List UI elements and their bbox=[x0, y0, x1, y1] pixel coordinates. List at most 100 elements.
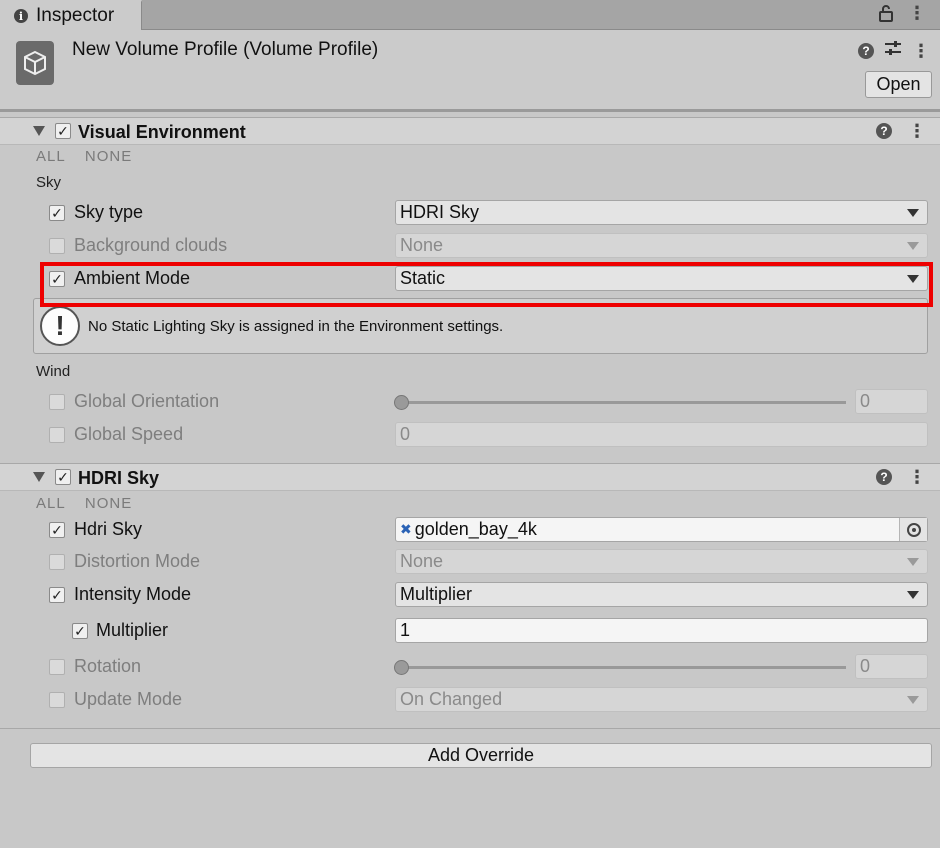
help-icon[interactable]: ? bbox=[876, 469, 892, 485]
override-checkbox[interactable] bbox=[49, 394, 65, 410]
global-speed-field[interactable]: 0 bbox=[395, 422, 928, 447]
distortion-mode-dropdown[interactable]: None bbox=[395, 549, 928, 574]
tab-inspector[interactable]: i Inspector bbox=[0, 0, 142, 30]
field-label: Rotation bbox=[74, 656, 142, 676]
override-checkbox[interactable] bbox=[49, 554, 65, 570]
warning-help-box: ! No Static Lighting Sky is assigned in … bbox=[33, 298, 928, 354]
tab-label: Inspector bbox=[36, 5, 115, 26]
override-checkbox[interactable]: ✓ bbox=[49, 271, 65, 287]
dropdown-value: HDRI Sky bbox=[400, 202, 480, 222]
override-checkbox[interactable] bbox=[49, 238, 65, 254]
dropdown-value: On Changed bbox=[400, 689, 503, 709]
override-checkbox[interactable] bbox=[49, 659, 65, 675]
dropdown-value: None bbox=[400, 551, 444, 571]
section-menu-icon[interactable]: ⋮ bbox=[908, 468, 926, 486]
field-label: Global Orientation bbox=[74, 391, 220, 411]
override-checkbox[interactable]: ✓ bbox=[72, 623, 88, 639]
all-button[interactable]: ALL bbox=[36, 495, 66, 512]
field-label: Intensity Mode bbox=[74, 584, 192, 604]
section-menu-icon[interactable]: ⋮ bbox=[908, 122, 926, 140]
help-icon[interactable]: ? bbox=[858, 42, 874, 59]
row-ambient-mode: ✓ Ambient Mode Static bbox=[0, 264, 940, 294]
field-label: Hdri Sky bbox=[74, 519, 143, 539]
field-label: Background clouds bbox=[74, 235, 228, 255]
object-picker-button[interactable] bbox=[899, 518, 927, 541]
group-label-wind: Wind bbox=[36, 363, 71, 380]
foldout-arrow-icon[interactable] bbox=[33, 472, 45, 482]
field-label: Global Speed bbox=[74, 424, 184, 444]
section-title: Visual Environment bbox=[78, 122, 246, 142]
target-icon bbox=[906, 522, 921, 537]
row-global-speed: Global Speed 0 bbox=[0, 420, 940, 450]
caret-down-icon bbox=[907, 696, 919, 704]
add-override-button[interactable]: Add Override bbox=[30, 743, 932, 768]
intensity-mode-dropdown[interactable]: Multiplier bbox=[395, 582, 928, 607]
section-enable-checkbox[interactable]: ✓ bbox=[55, 123, 71, 139]
override-checkbox[interactable]: ✓ bbox=[49, 205, 65, 221]
section-visual-environment[interactable]: ✓ Visual Environment ? ⋮ bbox=[0, 117, 940, 145]
caret-down-icon bbox=[907, 558, 919, 566]
ambient-mode-dropdown[interactable]: Static bbox=[395, 266, 928, 291]
caret-down-icon bbox=[907, 591, 919, 599]
dropdown-value: None bbox=[400, 235, 444, 255]
dropdown-value: Static bbox=[400, 268, 446, 288]
foldout-arrow-icon[interactable] bbox=[33, 126, 45, 136]
tab-tools: ⋮ bbox=[878, 4, 926, 27]
row-hdri-sky: ✓ Hdri Sky ✖ golden_bay_4k bbox=[0, 515, 940, 545]
info-icon: i bbox=[14, 9, 28, 23]
row-global-orientation: Global Orientation 0 bbox=[0, 387, 940, 417]
global-orientation-slider-track[interactable] bbox=[400, 401, 846, 404]
field-label: Sky type bbox=[74, 202, 144, 222]
section-hdri-sky[interactable]: ✓ HDRI Sky ? ⋮ bbox=[0, 463, 940, 491]
override-checkbox[interactable] bbox=[49, 427, 65, 443]
rotation-slider-track[interactable] bbox=[400, 666, 846, 669]
dropdown-value: Multiplier bbox=[400, 584, 473, 604]
caret-down-icon bbox=[907, 242, 919, 250]
inspector-header: New Volume Profile (Volume Profile) ? ⋮ … bbox=[0, 30, 940, 112]
all-none-toggles: ALL NONE bbox=[36, 148, 146, 165]
multiplier-field[interactable]: 1 bbox=[395, 618, 928, 643]
override-checkbox[interactable] bbox=[49, 692, 65, 708]
rotation-slider-handle[interactable] bbox=[394, 660, 409, 675]
field-label: Multiplier bbox=[96, 620, 169, 640]
field-label: Distortion Mode bbox=[74, 551, 201, 571]
presets-icon[interactable] bbox=[884, 40, 902, 61]
sky-type-dropdown[interactable]: HDRI Sky bbox=[395, 200, 928, 225]
help-icon[interactable]: ? bbox=[876, 123, 892, 139]
lock-icon[interactable] bbox=[878, 4, 894, 27]
field-label: Update Mode bbox=[74, 689, 183, 709]
rotation-value-field[interactable]: 0 bbox=[855, 654, 928, 679]
all-none-toggles: ALL NONE bbox=[36, 495, 146, 512]
background-clouds-dropdown[interactable]: None bbox=[395, 233, 928, 258]
open-button[interactable]: Open bbox=[865, 71, 932, 98]
row-rotation: Rotation 0 bbox=[0, 652, 940, 682]
tab-menu-icon[interactable]: ⋮ bbox=[908, 4, 926, 27]
override-checkbox[interactable]: ✓ bbox=[49, 587, 65, 603]
divider bbox=[0, 728, 940, 729]
row-sky-type: ✓ Sky type HDRI Sky bbox=[0, 198, 940, 228]
group-label-sky: Sky bbox=[36, 174, 62, 191]
section-enable-checkbox[interactable]: ✓ bbox=[55, 469, 71, 485]
header-tools: ? ⋮ bbox=[858, 40, 930, 61]
update-mode-dropdown[interactable]: On Changed bbox=[395, 687, 928, 712]
tab-bar: i Inspector ⋮ bbox=[0, 0, 940, 30]
row-multiplier: ✓ Multiplier 1 bbox=[0, 616, 940, 646]
all-button[interactable]: ALL bbox=[36, 148, 66, 165]
caret-down-icon bbox=[907, 209, 919, 217]
caret-down-icon bbox=[907, 275, 919, 283]
override-checkbox[interactable]: ✓ bbox=[49, 522, 65, 538]
section-title: HDRI Sky bbox=[78, 468, 160, 488]
cubemap-icon: ✖ bbox=[400, 521, 412, 537]
global-orientation-value-field[interactable]: 0 bbox=[855, 389, 928, 414]
object-value: golden_bay_4k bbox=[414, 519, 537, 539]
row-distortion-mode: Distortion Mode None bbox=[0, 547, 940, 577]
header-menu-icon[interactable]: ⋮ bbox=[912, 42, 930, 60]
none-button[interactable]: NONE bbox=[85, 148, 132, 165]
warning-message: No Static Lighting Sky is assigned in th… bbox=[88, 318, 504, 335]
none-button[interactable]: NONE bbox=[85, 495, 132, 512]
warning-icon: ! bbox=[40, 306, 80, 346]
global-orientation-slider-handle[interactable] bbox=[394, 395, 409, 410]
hdri-sky-object-field[interactable]: ✖ golden_bay_4k bbox=[395, 517, 928, 542]
row-update-mode: Update Mode On Changed bbox=[0, 685, 940, 715]
row-intensity-mode: ✓ Intensity Mode Multiplier bbox=[0, 580, 940, 610]
